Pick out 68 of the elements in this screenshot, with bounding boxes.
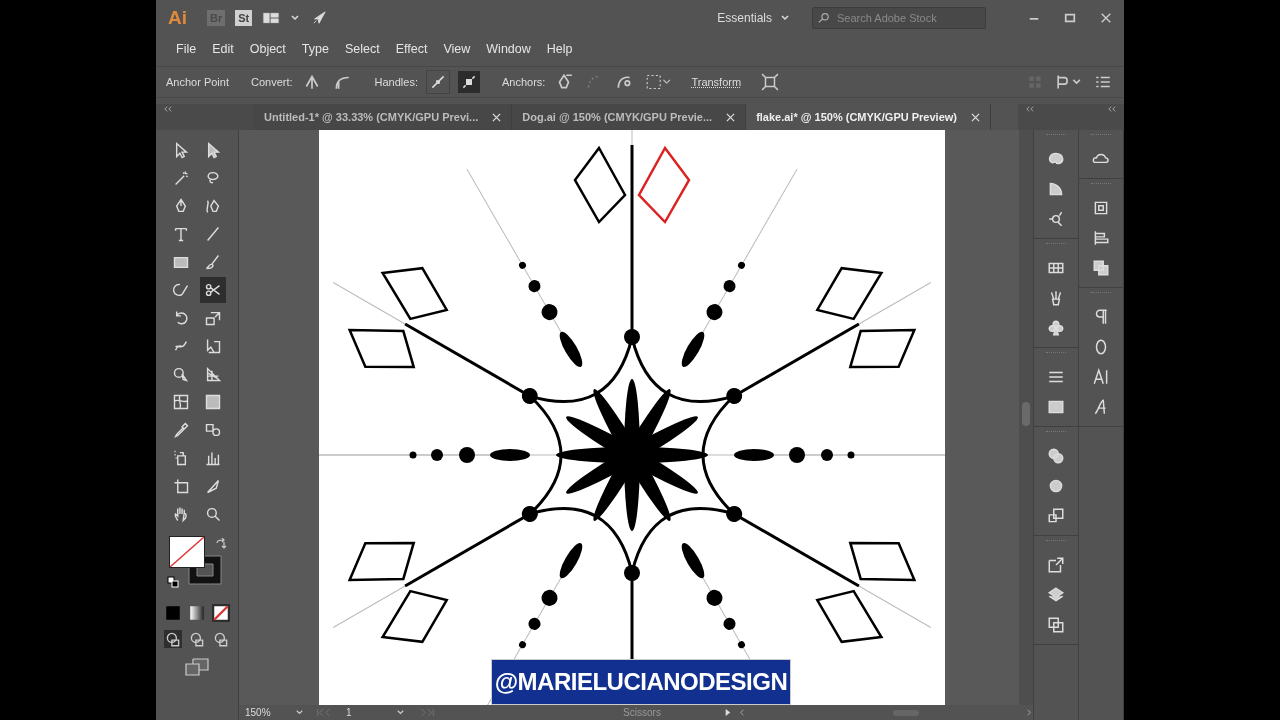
scroll-left-icon[interactable]: [738, 708, 747, 717]
menu-item[interactable]: Help: [538, 39, 581, 59]
screen-mode-icon[interactable]: [185, 658, 209, 676]
stock-button[interactable]: St: [235, 10, 253, 26]
scissors-icon[interactable]: [200, 277, 226, 303]
pathfinder-icon[interactable]: [1092, 259, 1110, 277]
app-logo: Ai: [168, 7, 187, 29]
gradient-square-icon[interactable]: [1047, 398, 1065, 416]
color-mode-icon[interactable]: [164, 604, 182, 622]
collapse-icon[interactable]: [164, 106, 172, 112]
draw-inside-icon[interactable]: [212, 630, 230, 648]
current-tool-label: Scissors: [622, 707, 662, 718]
close-icon[interactable]: [1100, 12, 1112, 24]
rocket-icon[interactable]: [310, 11, 329, 25]
tool-name-label: Anchor Point: [166, 76, 229, 88]
none-mode-icon[interactable]: [212, 604, 230, 622]
menu-item[interactable]: Object: [241, 39, 294, 59]
menu-item[interactable]: Edit: [204, 39, 242, 59]
export-icon[interactable]: [1047, 556, 1065, 574]
connected-nodes-icon[interactable]: [1047, 210, 1065, 228]
default-colors-icon[interactable]: [167, 576, 179, 588]
search-icon: [818, 12, 829, 23]
overlapping-circles-icon[interactable]: [1047, 447, 1065, 465]
transform-link[interactable]: Transform: [691, 76, 742, 88]
menu-item[interactable]: Type: [293, 39, 337, 59]
scroll-right-icon[interactable]: [1024, 708, 1033, 717]
transform-box-icon[interactable]: [1092, 199, 1110, 217]
caption-banner: @MARIELUCIANODESIGN: [491, 659, 791, 705]
menu-item[interactable]: Effect: [387, 39, 436, 59]
menu-item[interactable]: Select: [336, 39, 388, 59]
draw-behind-icon[interactable]: [188, 630, 206, 648]
artboards-icon[interactable]: [1047, 616, 1065, 634]
club-icon[interactable]: [1047, 319, 1065, 337]
document-tab[interactable]: Untitled-1* @ 33.33% (CMYK/GPU Previ...: [254, 104, 513, 130]
workspace-switcher[interactable]: Essentials: [717, 11, 790, 25]
character-icon[interactable]: [1092, 368, 1110, 386]
handles-label: Handles:: [374, 76, 418, 88]
zoom-field[interactable]: 150%: [245, 707, 289, 718]
caret-icon[interactable]: [396, 708, 405, 717]
close-icon[interactable]: [726, 112, 736, 122]
menu-item[interactable]: Window: [478, 39, 539, 59]
collapse-icon[interactable]: [1026, 106, 1034, 112]
caret-icon[interactable]: [290, 13, 301, 23]
overlapping-squares-icon[interactable]: [1047, 507, 1065, 525]
fill-none-swatch[interactable]: [169, 536, 205, 568]
draw-normal-icon[interactable]: [164, 630, 182, 648]
artboard-number-field[interactable]: 1: [346, 707, 390, 718]
menu-item[interactable]: View: [435, 39, 479, 59]
gradient-mode-icon[interactable]: [188, 604, 206, 622]
close-icon[interactable]: [971, 112, 980, 122]
layout-grid-icon[interactable]: [262, 11, 281, 25]
swap-arrows-icon[interactable]: [215, 538, 227, 550]
show-handles-icon[interactable]: [426, 70, 450, 94]
close-icon[interactable]: [492, 112, 502, 122]
menu-item[interactable]: File: [168, 39, 205, 59]
maximize-icon[interactable]: [1064, 12, 1076, 24]
layers-icon[interactable]: [1047, 586, 1065, 604]
hide-handles-icon[interactable]: [458, 71, 480, 93]
scrollbar-thumb[interactable]: [1022, 402, 1030, 426]
play-icon[interactable]: [723, 708, 732, 717]
align-icon[interactable]: [1092, 229, 1110, 247]
caret-icon[interactable]: [295, 708, 304, 717]
anchors-label: Anchors:: [502, 76, 546, 88]
search-field[interactable]: Search Adobe Stock: [812, 7, 986, 29]
collapse-icon[interactable]: [1108, 106, 1116, 112]
document-tab[interactable]: Dog.ai @ 150% (CMYK/GPU Previe...: [512, 104, 747, 130]
caret-icon[interactable]: [780, 13, 790, 23]
convert-label: Convert:: [251, 76, 293, 88]
